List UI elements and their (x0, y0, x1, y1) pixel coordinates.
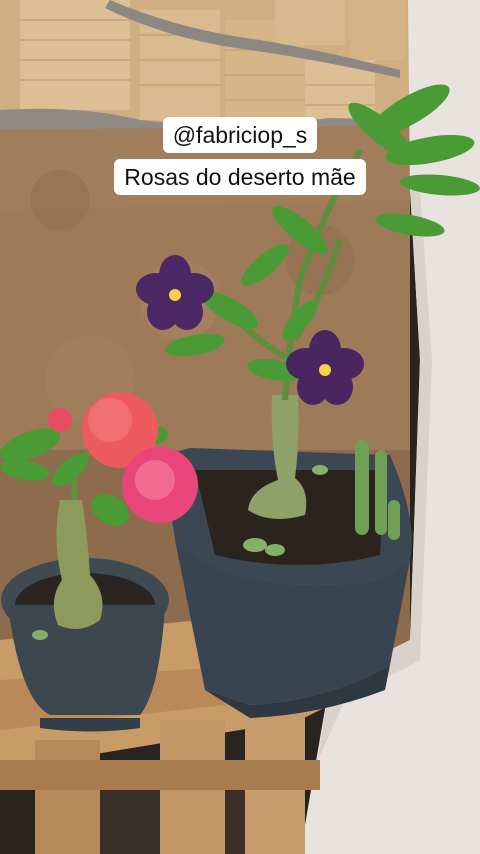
caption-title-text: Rosas do deserto mãe (114, 159, 366, 195)
overlay-caption-handle: @fabriciop_s (0, 117, 480, 153)
photo-scene: @fabriciop_s Rosas do deserto mãe (0, 0, 480, 854)
brick-wall (0, 0, 410, 135)
overlay-caption-title: Rosas do deserto mãe (0, 159, 480, 195)
caption-handle-text: @fabriciop_s (162, 117, 318, 153)
